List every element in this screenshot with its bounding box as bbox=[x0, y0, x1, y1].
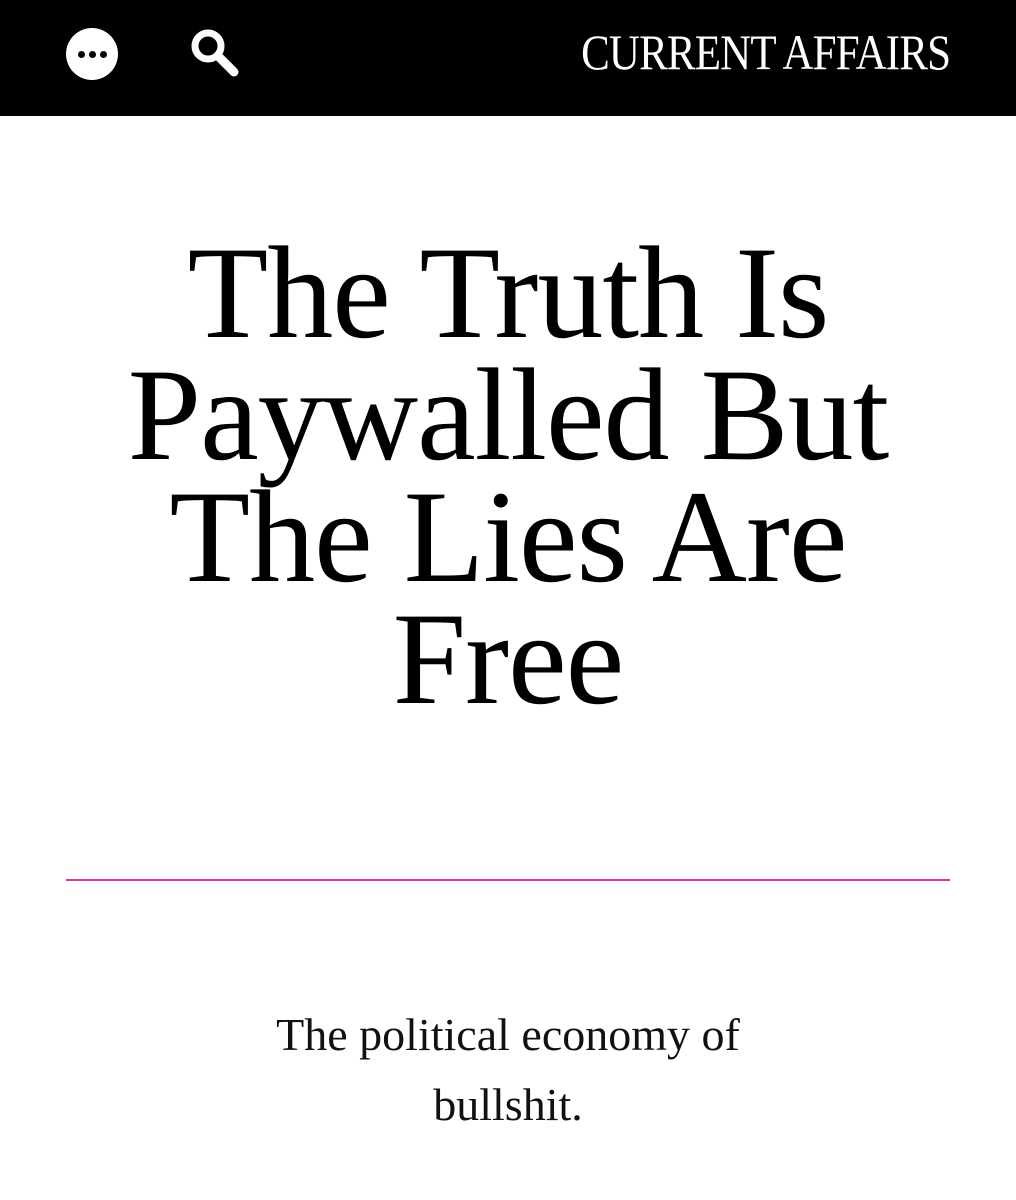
search-icon bbox=[191, 29, 239, 77]
more-dots-icon bbox=[88, 50, 96, 58]
article-dek: The political economy of bullshit. bbox=[276, 1009, 740, 1130]
more-menu-button[interactable] bbox=[66, 28, 118, 80]
more-dots-icon bbox=[77, 50, 85, 58]
site-logo[interactable]: CURRENT AFFAIRS bbox=[581, 20, 951, 84]
headline-divider bbox=[66, 879, 950, 881]
more-dots-icon bbox=[99, 50, 107, 58]
site-header: CURRENT AFFAIRS bbox=[0, 0, 1016, 116]
article-headline: The Truth Is Paywalled But The Lies Are … bbox=[127, 219, 890, 732]
search-button[interactable] bbox=[186, 24, 242, 80]
